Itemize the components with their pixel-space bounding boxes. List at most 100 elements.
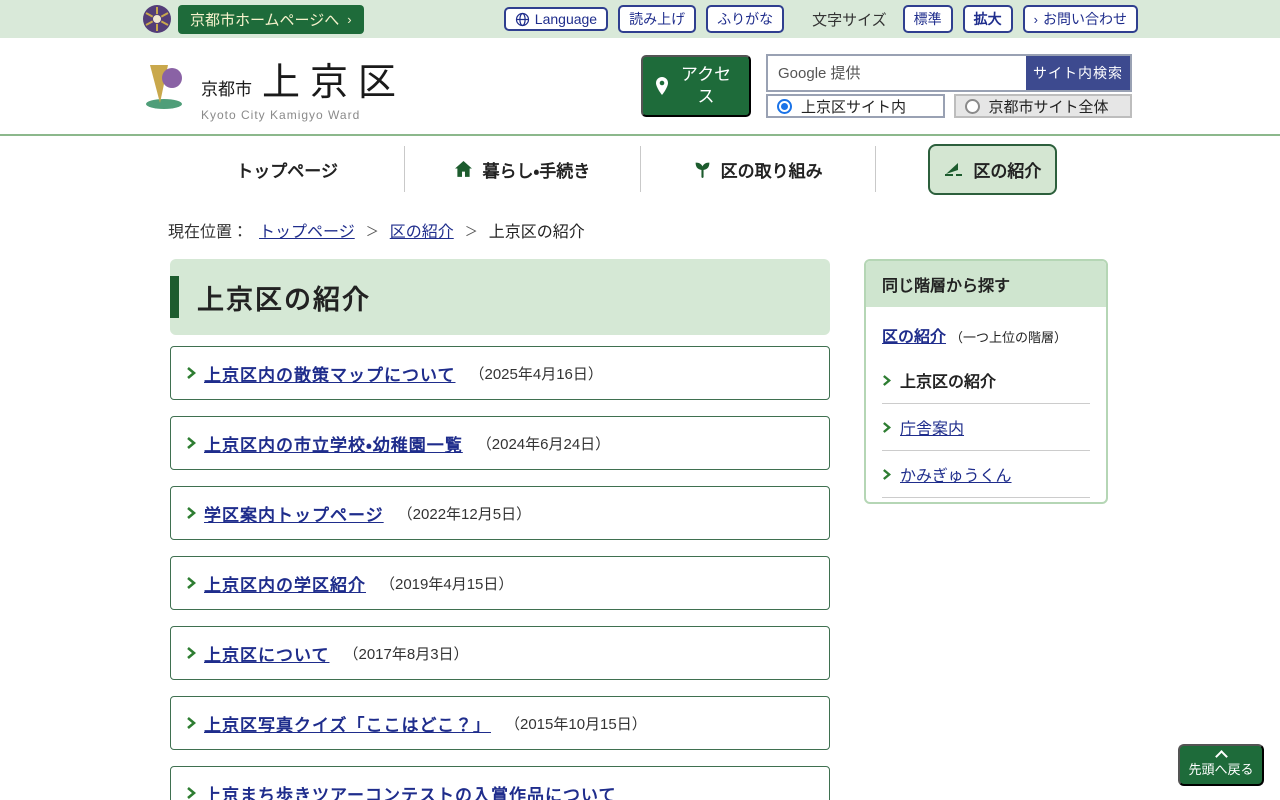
article-card: 上京区について （2017年8月3日） [170,626,830,680]
article-card: 上京区内の学区紹介 （2019年4月15日） [170,556,830,610]
top-utility-bar: 京都市ホームページへ › Language 読み上げ ふりがな 文字サイズ 標準 [0,0,1280,38]
sidebar-parent-note: （一つ上位の階層） [950,327,1067,346]
kyoto-city-emblem-icon [142,4,172,34]
read-aloud-label: 読み上げ [629,9,685,29]
article-date: （2025年4月16日） [470,363,603,384]
article-link[interactable]: 学区案内トップページ [204,501,384,526]
article-link[interactable]: 上京区内の市立学校・幼稚園一覧 [204,431,463,456]
chevron-right-icon [186,366,196,380]
site-logo[interactable]: 京都市 上京区 Kyoto City Kamigyo Ward [142,51,406,122]
article-date: （2015年10月15日） [505,713,647,734]
chevron-right-icon: › [1034,12,1038,27]
title-accent-bar [170,276,179,318]
nav-living-procedures-label: 暮らし・手続き [482,157,590,182]
font-size-large-button[interactable]: 拡大 [963,5,1013,33]
site-header: 京都市 上京区 Kyoto City Kamigyo Ward アクセス [0,38,1280,136]
article-date: （2024年6月24日） [477,433,610,454]
search-bar: サイト内検索 [766,54,1132,92]
chevron-right-icon [186,436,196,450]
header-tools: アクセス サイト内検索 上京区サイト内 京都市サイト全体 [641,54,1132,118]
nav-item-ward-initiatives[interactable]: 区の取り組み [640,146,875,192]
sidebar-title: 同じ階層から探す [866,261,1106,307]
article-date: （2022年12月5日） [398,503,531,524]
city-homepage-link-label: 京都市ホームページへ [190,9,339,30]
article-link[interactable]: 上京区内の散策マップについて [204,361,456,386]
main-column: 上京区の紹介 上京区内の散策マップについて （2025年4月16日） 上京区内の… [170,259,830,800]
breadcrumb-separator: ＞ [465,221,478,240]
logo-ward-label: 上京区 [262,51,406,106]
flag-icon [944,161,964,177]
sidebar-kamigyu-kun-link[interactable]: かみぎゅうくん [900,462,1012,486]
radio-unselected-icon [965,99,980,114]
nav-ward-initiatives-label: 区の取り組み [721,157,823,182]
read-aloud-button[interactable]: 読み上げ [618,5,696,33]
article-link[interactable]: 上京区内の学区紹介 [204,571,366,596]
breadcrumb-current: 上京区の紹介 [489,218,585,242]
sidebar-current-label: 上京区の紹介 [900,368,996,392]
chevron-right-icon [882,468,891,481]
city-homepage-link[interactable]: 京都市ホームページへ › [178,5,364,34]
sidebar-parent-link[interactable]: 区の紹介 [882,323,946,347]
breadcrumb-link-ward-intro[interactable]: 区の紹介 [390,218,454,242]
nav-item-top-page[interactable]: トップページ [170,146,404,192]
article-link[interactable]: 上京まち歩きツアーコンテストの入賞作品について [204,781,616,800]
chevron-right-icon [186,576,196,590]
search-scope-ward[interactable]: 上京区サイト内 [766,94,945,118]
search-scope-options: 上京区サイト内 京都市サイト全体 [766,94,1132,118]
content-area: 上京区の紹介 上京区内の散策マップについて （2025年4月16日） 上京区内の… [170,259,1280,800]
page-title-box: 上京区の紹介 [170,259,830,335]
nav-item-ward-intro[interactable]: 区の紹介 [928,144,1057,195]
access-button-label: アクセス [675,64,737,108]
article-card: 上京まち歩きツアーコンテストの入賞作品について [170,766,830,800]
font-size-large-label: 拡大 [974,9,1002,29]
radio-selected-icon [777,99,792,114]
search-scope-citywide-label: 京都市サイト全体 [989,96,1109,117]
sidebar-item-kamigyu-kun[interactable]: かみぎゅうくん [882,451,1090,498]
sprout-icon [693,160,712,179]
sidebar-item-office-guide[interactable]: 庁舎案内 [882,404,1090,451]
breadcrumb-prefix: 現在位置： [168,218,248,242]
global-nav: トップページ 暮らし・手続き 区の取り組み [170,136,1110,202]
chevron-right-icon [186,646,196,660]
furigana-button[interactable]: ふりがな [706,5,784,33]
sidebar-same-level: 同じ階層から探す 区の紹介 （一つ上位の階層） 上京区の紹介 庁舎案内 [864,259,1108,504]
access-button[interactable]: アクセス [641,55,751,117]
nav-ward-intro-label: 区の紹介 [973,157,1041,182]
search-input[interactable] [768,56,1026,90]
breadcrumb: 現在位置： トップページ ＞ 区の紹介 ＞ 上京区の紹介 [168,218,1280,242]
language-button[interactable]: Language [504,7,608,31]
back-to-top-button[interactable]: 先頭へ戻る [1178,744,1264,786]
page-title: 上京区の紹介 [197,278,371,317]
globe-icon [515,12,530,27]
article-card: 上京区写真クイズ「ここはどこ？」 （2015年10月15日） [170,696,830,750]
site-search: サイト内検索 上京区サイト内 京都市サイト全体 [766,54,1132,118]
font-size-standard-button[interactable]: 標準 [903,5,953,33]
chevron-right-icon [882,374,891,387]
search-scope-ward-label: 上京区サイト内 [801,96,906,117]
search-scope-citywide[interactable]: 京都市サイト全体 [954,94,1133,118]
font-size-standard-label: 標準 [914,9,942,29]
article-link[interactable]: 上京区写真クイズ「ここはどこ？」 [204,711,491,736]
page: 京都市ホームページへ › Language 読み上げ ふりがな 文字サイズ 標準 [0,0,1280,800]
chevron-right-icon [186,786,196,800]
article-link[interactable]: 上京区について [204,641,330,666]
chevron-right-icon: › [347,12,351,27]
article-card: 学区案内トップページ （2022年12月5日） [170,486,830,540]
chevron-right-icon [882,421,891,434]
chevron-right-icon [186,716,196,730]
sidebar-parent-row: 区の紹介 （一つ上位の階層） [882,317,1090,357]
article-date: （2017年8月3日） [344,643,469,664]
chevron-right-icon [186,506,196,520]
breadcrumb-link-top-page[interactable]: トップページ [259,218,355,242]
ward-logo-mark-icon [142,61,188,111]
nav-top-page-label: トップページ [236,157,338,182]
home-icon [454,160,473,179]
nav-item-ward-intro-cell: 区の紹介 [875,146,1110,192]
logo-english-label: Kyoto City Kamigyo Ward [201,108,406,122]
contact-button[interactable]: › お問い合わせ [1023,5,1138,33]
sidebar-body: 区の紹介 （一つ上位の階層） 上京区の紹介 庁舎案内 [866,307,1106,502]
nav-item-living-procedures[interactable]: 暮らし・手続き [404,146,639,192]
search-submit-button[interactable]: サイト内検索 [1026,56,1130,90]
language-button-label: Language [535,11,597,27]
sidebar-office-guide-link[interactable]: 庁舎案内 [900,415,964,439]
